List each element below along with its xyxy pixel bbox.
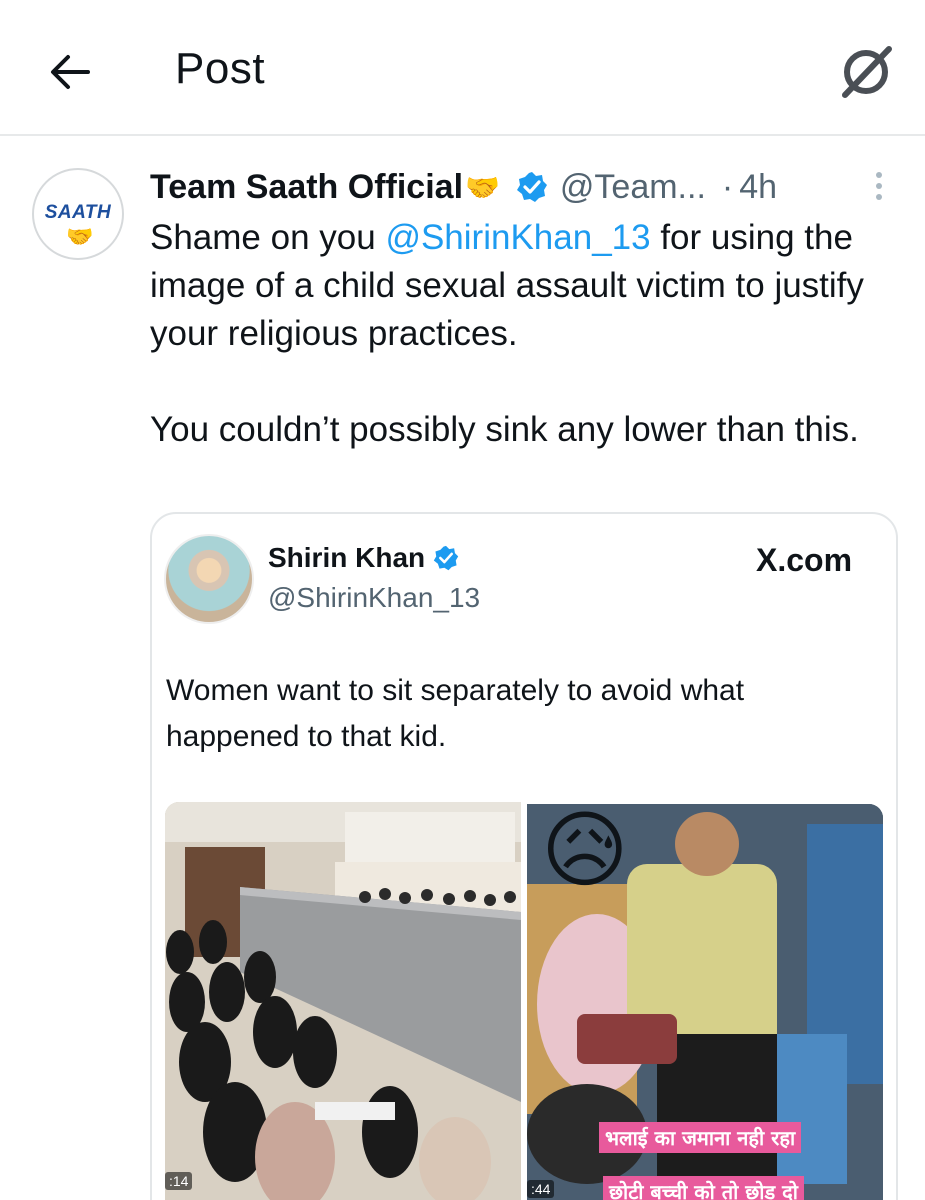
separator-dot: · — [721, 167, 734, 206]
page-title: Post — [175, 44, 266, 93]
arrow-left-icon — [51, 55, 90, 89]
classroom-illustration — [165, 802, 521, 1200]
dot-icon — [876, 183, 882, 189]
video-caption-line2: छोटी बच्ची को तो छोड़ दो — [603, 1176, 804, 1200]
quoted-post-text: Women want to sit separately to avoid wh… — [166, 674, 745, 753]
author-avatar[interactable]: SAATH 🤝 — [32, 168, 124, 260]
sad-face-emoji: 😥 — [541, 804, 629, 897]
back-button[interactable] — [44, 48, 96, 96]
author-line: Team Saath Official 🤝 @Team... · 4h — [150, 165, 777, 209]
top-bar: Post — [0, 0, 925, 136]
post-text: Shame on you @ShirinKhan_13 for using th… — [150, 214, 890, 454]
verified-badge-icon — [516, 171, 548, 203]
handshake-emoji: 🤝 — [465, 171, 500, 203]
video-caption-line1: भलाई का जमाना नही रहा — [599, 1122, 802, 1153]
avatar-logo-text: SAATH — [44, 202, 112, 223]
video-timestamp: :14 — [165, 1172, 193, 1190]
post-text-prefix: Shame on you — [150, 218, 386, 257]
quoted-author-name: Shirin Khan — [268, 542, 426, 573]
quoted-author-line: Shirin Khan — [268, 542, 459, 574]
video-timestamp: :44 — [527, 1180, 555, 1198]
more-options-button[interactable] — [864, 164, 894, 208]
quoted-author-avatar — [164, 534, 254, 624]
grok-button[interactable] — [836, 42, 896, 102]
quoted-author-handle: @ShirinKhan_13 — [268, 582, 481, 613]
author-handle[interactable]: @Team... — [560, 168, 706, 207]
dot-icon — [876, 172, 882, 178]
media-image-right[interactable]: 😥 भलाई का जमाना नही रहा छोटी बच्ची को तो… — [527, 804, 883, 1200]
media-image-left[interactable]: :14 — [165, 802, 521, 1200]
post-time[interactable]: 4h — [739, 168, 777, 207]
handshake-icon: 🤝 — [66, 224, 94, 249]
verified-badge-icon — [433, 545, 459, 571]
source-label: X.com — [756, 542, 853, 578]
grok-icon — [842, 46, 892, 98]
dot-icon — [876, 194, 882, 200]
author-name[interactable]: Team Saath Official — [150, 168, 463, 207]
mention-link[interactable]: @ShirinKhan_13 — [385, 218, 650, 257]
